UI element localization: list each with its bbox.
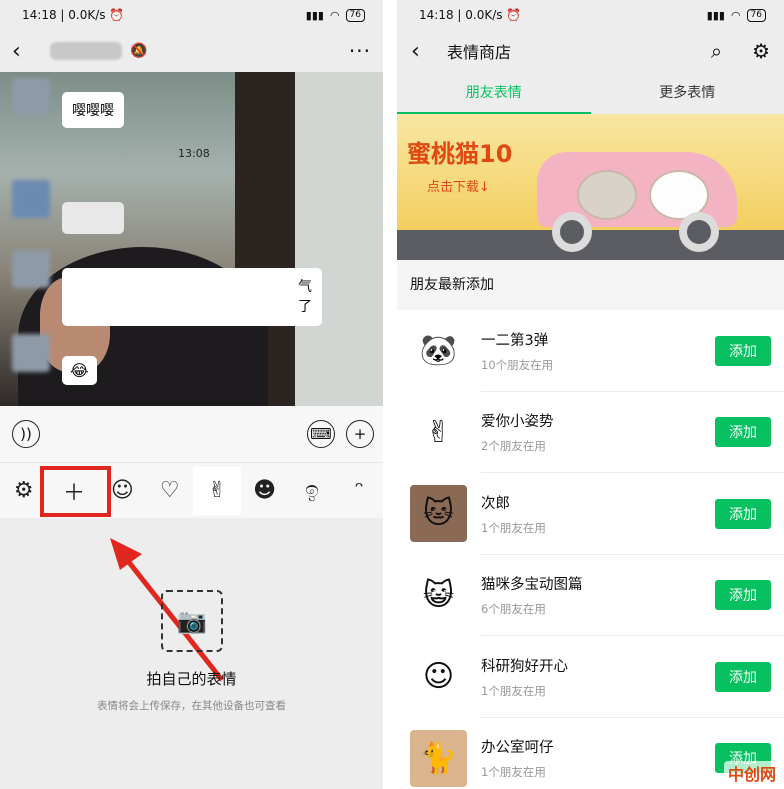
input-toolbar: )) ⌨ + bbox=[0, 406, 383, 462]
banner-title: 蜜桃猫10 bbox=[407, 140, 513, 168]
add-button[interactable]: 添加 bbox=[715, 417, 771, 448]
signal-icon: ▮▮▮ bbox=[706, 8, 725, 22]
gear-icon[interactable]: ⚙ bbox=[752, 39, 770, 63]
wifi-icon: ◠ bbox=[329, 8, 340, 22]
pack-name: 科研狗好开心 bbox=[481, 658, 568, 675]
sticker-pack-list: 🐼 一二第3弹 10个朋友在用 添加 ✌ 爱你小姿势 2个朋友在用 添加 🐱 次郎 1… bbox=[397, 310, 784, 789]
watermark-logo: 中创网 bbox=[723, 761, 780, 785]
avatar[interactable] bbox=[12, 78, 50, 116]
pack-thumbnail: 🐼 bbox=[419, 333, 458, 369]
banner-wheel bbox=[679, 212, 719, 252]
message-time: 13:08 bbox=[178, 147, 210, 160]
pack-name: 爱你小姿势 bbox=[481, 414, 554, 431]
status-bar: 14:18 | 0.0K/s ⏰ ▮▮▮ ◠ 76 bbox=[0, 0, 383, 30]
battery-icon: 76 bbox=[345, 8, 365, 22]
wifi-icon: ◠ bbox=[730, 8, 741, 22]
avatar[interactable] bbox=[12, 250, 50, 288]
alarm-icon: ⏰ bbox=[109, 8, 125, 22]
bunny-sticker-icon[interactable]: ᵔ bbox=[336, 467, 383, 515]
background-light bbox=[295, 72, 383, 406]
pack-name: 办公室呵仔 bbox=[481, 740, 554, 757]
ghost-sticker-icon[interactable]: ඉ bbox=[288, 467, 335, 515]
create-sticker-panel: 📷 拍自己的表情 表情将会上传保存，在其他设备也可查看 bbox=[0, 518, 383, 789]
pack-thumbnail: 😺 bbox=[422, 577, 455, 613]
banner-wheel bbox=[552, 212, 592, 252]
face-sticker-icon[interactable]: ☻ bbox=[241, 467, 288, 515]
pack-name: 次郎 bbox=[481, 495, 510, 512]
panel-subtitle: 表情将会上传保存，在其他设备也可查看 bbox=[97, 700, 286, 712]
network-speed: 0.0K/s bbox=[68, 8, 106, 22]
pack-thumbnail: 🐈 bbox=[410, 729, 467, 787]
section-label: 朋友最新添加 bbox=[397, 260, 784, 310]
pack-name: 一二第3弹 bbox=[481, 332, 549, 349]
message-bubble-blurred: 气 了 bbox=[62, 268, 322, 326]
back-icon[interactable]: ‹ bbox=[411, 39, 433, 64]
more-icon[interactable]: ··· bbox=[349, 39, 371, 63]
add-button[interactable]: 添加 bbox=[715, 580, 771, 611]
avatar[interactable] bbox=[12, 334, 50, 372]
chat-screen: 14:18 | 0.0K/s ⏰ ▮▮▮ ◠ 76 ‹ 🔕 ··· 嘤嘤嘤 13… bbox=[0, 0, 383, 789]
status-time: 14:18 bbox=[22, 8, 57, 22]
pack-thumbnail: 🐱 bbox=[410, 485, 467, 543]
pack-users: 10个朋友在用 bbox=[481, 357, 554, 372]
pack-thumbnail: ✌ bbox=[425, 414, 452, 450]
add-more-icon[interactable]: + bbox=[346, 420, 374, 448]
signal-icon: ▮▮▮ bbox=[305, 8, 324, 22]
add-button[interactable]: 添加 bbox=[715, 498, 771, 529]
message-bubble-blurred bbox=[62, 202, 124, 234]
add-sticker-highlight bbox=[40, 466, 111, 517]
message-text: 气 了 bbox=[298, 279, 312, 315]
list-item[interactable]: ✌ 爱你小姿势 2个朋友在用 添加 bbox=[397, 392, 784, 474]
pack-users: 1个朋友在用 bbox=[481, 520, 546, 535]
add-button[interactable]: 添加 bbox=[715, 335, 771, 366]
contact-name-blurred bbox=[50, 42, 122, 60]
pack-users: 6个朋友在用 bbox=[481, 602, 546, 617]
battery-icon: 76 bbox=[746, 8, 766, 22]
list-item[interactable]: 😺 猫咪多宝动图篇 6个朋友在用 添加 bbox=[397, 555, 784, 637]
message-bubble: 嘤嘤嘤 bbox=[62, 92, 124, 128]
sticker-store-screen: 14:18 | 0.0K/s ⏰ ▮▮▮ ◠ 76 ‹ 表情商店 ⌕ ⚙ 朋友表… bbox=[397, 0, 784, 789]
add-button[interactable]: 添加 bbox=[715, 661, 771, 692]
status-bar: 14:18 | 0.0K/s ⏰ ▮▮▮ ◠ 76 bbox=[397, 0, 784, 30]
chat-header: ‹ 🔕 ··· bbox=[0, 30, 383, 72]
back-icon[interactable]: ‹ bbox=[12, 39, 34, 64]
chat-messages: 嘤嘤嘤 13:08 气 了 😂 bbox=[0, 72, 383, 406]
status-time: 14:18 bbox=[419, 8, 454, 22]
pack-users: 2个朋友在用 bbox=[481, 439, 546, 454]
network-speed: 0.0K/s bbox=[465, 8, 503, 22]
list-item[interactable]: 🐼 一二第3弹 10个朋友在用 添加 bbox=[397, 310, 784, 392]
tab-more-stickers[interactable]: 更多表情 bbox=[591, 72, 784, 114]
panel-title: 拍自己的表情 bbox=[146, 670, 237, 688]
list-item[interactable]: ☺ 科研狗好开心 1个朋友在用 添加 bbox=[397, 636, 784, 718]
arrow-annotation bbox=[110, 538, 224, 682]
alarm-icon: ⏰ bbox=[506, 8, 522, 22]
voice-icon[interactable]: )) bbox=[12, 420, 40, 448]
gesture-sticker-icon[interactable]: ✌ bbox=[193, 466, 241, 515]
store-tabs: 朋友表情 更多表情 bbox=[397, 72, 784, 114]
page-title: 表情商店 bbox=[447, 43, 512, 62]
tab-friends-stickers[interactable]: 朋友表情 bbox=[397, 72, 591, 114]
banner-cat-grey bbox=[577, 170, 637, 220]
store-header: ‹ 表情商店 ⌕ ⚙ bbox=[397, 30, 784, 72]
camera-icon[interactable]: 📷 bbox=[161, 590, 223, 652]
list-item[interactable]: 🐱 次郎 1个朋友在用 添加 bbox=[397, 473, 784, 555]
pack-thumbnail: ☺ bbox=[422, 659, 455, 695]
search-icon[interactable]: ⌕ bbox=[711, 39, 722, 63]
keyboard-icon[interactable]: ⌨ bbox=[307, 420, 335, 448]
avatar[interactable] bbox=[12, 180, 50, 218]
pack-users: 1个朋友在用 bbox=[481, 683, 546, 698]
mute-icon: 🔕 bbox=[130, 43, 148, 59]
banner-subtitle: 点击下载↓ bbox=[427, 180, 490, 195]
promo-banner[interactable]: 蜜桃猫10 点击下载↓ bbox=[397, 114, 784, 260]
pack-name: 猫咪多宝动图篇 bbox=[481, 577, 583, 594]
pack-users: 1个朋友在用 bbox=[481, 765, 546, 780]
heart-icon[interactable]: ♡ bbox=[146, 467, 193, 515]
emoji-message: 😂 bbox=[62, 356, 97, 385]
